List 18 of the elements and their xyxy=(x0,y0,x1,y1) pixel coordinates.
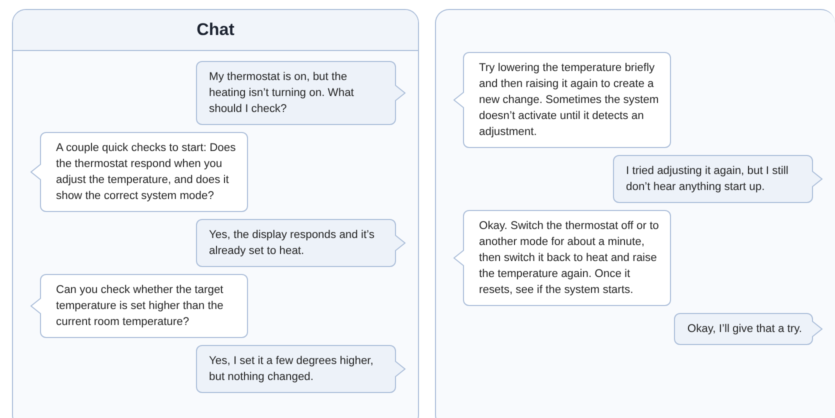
bubble-tail xyxy=(30,163,41,181)
bubble-tail xyxy=(812,320,823,338)
bubble-tail xyxy=(812,170,823,188)
message-bubble: My thermostat is on, but the heating isn’t turning on. What should I check? xyxy=(196,61,396,125)
message-bubble: Try lowering the temperature briefly and then raising it again to create a new change. Sometimes the system doesn’t activate until it detects an adjustment. xyxy=(463,52,671,148)
message-bubble: Yes, I set it a few degrees higher, but nothing changed. xyxy=(196,345,396,393)
bubble-tail xyxy=(453,249,464,267)
message-bubble: Yes, the display responds and it’s already set to heat. xyxy=(196,219,396,267)
message-bubble: Can you check whether the target temperature is set higher than the current room temperature? xyxy=(40,274,248,338)
panel-title: Chat xyxy=(196,20,234,40)
bubble-tail xyxy=(395,84,406,102)
bubble-tail xyxy=(395,360,406,378)
bubble-tail xyxy=(453,91,464,109)
message-bubble: Okay. Switch the thermostat off or to another mode for about a minute, then switch it back to heat and raise the temperature again. Once it resets, see if the system starts. xyxy=(463,210,671,306)
bubble-tail xyxy=(30,297,41,315)
bubble-tail xyxy=(395,234,406,252)
message-bubble: A couple quick checks to start: Does the thermostat respond when you adjust the temperature, and does it show the correct system mode? xyxy=(40,132,248,212)
message-bubble: I tried adjusting it again, but I still don’t hear anything start up. xyxy=(613,155,813,203)
